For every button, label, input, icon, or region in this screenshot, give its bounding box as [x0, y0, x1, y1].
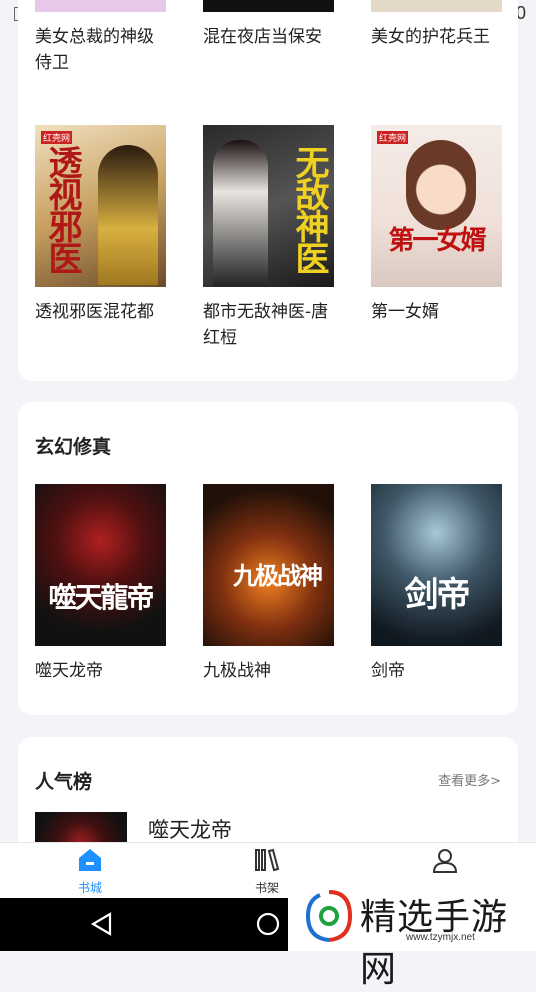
book-item[interactable]: 无敌神医 都市无敌神医-唐红梪: [203, 125, 334, 351]
section-title: 人气榜: [35, 771, 93, 793]
book-title[interactable]: 第一女婿: [371, 299, 502, 325]
cover-title: 噬天龍帝: [48, 581, 154, 614]
cover-title: 透视邪医: [42, 145, 82, 273]
book-cover[interactable]: 红壳网 透视邪医: [35, 125, 166, 287]
recommend-card: 美女总裁的神级侍卫 混在夜店当保安 美女的护花兵王 红壳网 透视邪医 透视邪医混…: [18, 0, 518, 381]
book-cover[interactable]: 九极战神: [203, 484, 334, 646]
bookshelf-icon: [255, 848, 280, 872]
cover-title: 无敌神医: [289, 145, 329, 273]
book-item[interactable]: 红壳网 透视邪医 透视邪医混花都: [35, 125, 166, 351]
profile-icon: [432, 849, 458, 873]
book-item[interactable]: 美女总裁的神级侍卫: [35, 0, 166, 76]
book-title[interactable]: 剑帝: [371, 658, 502, 684]
book-cover[interactable]: 噬天龍帝: [35, 484, 166, 646]
back-icon[interactable]: [90, 912, 112, 936]
book-cover[interactable]: 无敌神医: [203, 125, 334, 287]
book-item[interactable]: 红壳网 第一女婿 第一女婿: [371, 125, 502, 351]
cover-title: 第一女婿: [388, 226, 486, 256]
home-button-icon[interactable]: [256, 912, 280, 936]
publisher-badge: 红壳网: [41, 131, 73, 144]
book-item[interactable]: 剑帝 剑帝: [371, 484, 502, 684]
book-title[interactable]: 透视邪医混花都: [35, 299, 166, 325]
section-title: 玄幻修真: [35, 436, 112, 458]
watermark: 精选手游网 www.tzymjx.net: [288, 880, 536, 990]
watermark-logo-icon: [305, 890, 353, 942]
book-cover[interactable]: 红壳网 第一女婿: [371, 125, 502, 287]
home-icon: [79, 849, 101, 871]
book-item[interactable]: 噬天龍帝 噬天龙帝: [35, 484, 166, 684]
book-item[interactable]: 混在夜店当保安: [203, 0, 334, 76]
book-item[interactable]: 美女的护花兵王: [371, 0, 502, 76]
publisher-badge: 红壳网: [377, 131, 409, 144]
book-title[interactable]: 美女总裁的神级侍卫: [35, 24, 166, 76]
cover-title: 九极战神: [233, 561, 323, 590]
book-title[interactable]: 九极战神: [203, 658, 334, 684]
book-cover[interactable]: 剑帝: [371, 484, 502, 646]
see-more-link[interactable]: 查看更多>: [438, 770, 501, 789]
book-title[interactable]: 噬天龙帝: [148, 814, 232, 844]
book-title[interactable]: 美女的护花兵王: [371, 24, 502, 50]
book-cover[interactable]: [35, 0, 166, 12]
book-title[interactable]: 混在夜店当保安: [203, 24, 334, 50]
book-title[interactable]: 噬天龙帝: [35, 658, 166, 684]
book-item[interactable]: 九极战神 九极战神: [203, 484, 334, 684]
tab-bookstore[interactable]: 书城: [45, 843, 135, 899]
tab-label: 书城: [77, 881, 102, 895]
xuanhuan-card: 玄幻修真 噬天龍帝 噬天龙帝 九极战神 九极战神 剑帝 剑帝: [18, 402, 518, 715]
cover-title: 剑帝: [404, 575, 471, 615]
book-cover[interactable]: [203, 0, 334, 12]
book-title[interactable]: 都市无敌神医-唐红梪: [203, 299, 334, 351]
watermark-url: www.tzymjx.net: [406, 932, 475, 943]
book-cover[interactable]: [371, 0, 502, 12]
